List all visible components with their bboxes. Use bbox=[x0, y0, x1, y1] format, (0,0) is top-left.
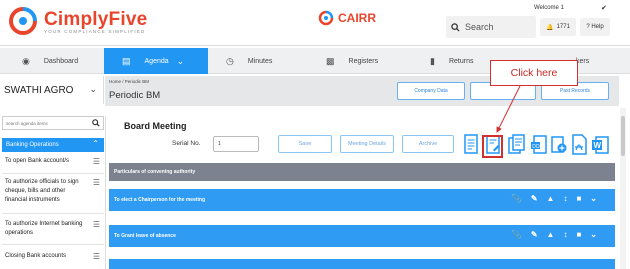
attachment-icon[interactable]: 📎 bbox=[512, 230, 522, 240]
chevron-down-icon: ⌄ bbox=[176, 55, 185, 66]
product-name: CAIRR bbox=[338, 11, 376, 25]
nav-minutes[interactable]: ◷ Minutes bbox=[208, 48, 312, 74]
user-menu-icon[interactable]: ✔ bbox=[601, 4, 607, 12]
agenda-row[interactable] bbox=[109, 259, 615, 269]
divider bbox=[2, 244, 104, 245]
sidebar-item[interactable]: To authorize Internet banking operations… bbox=[2, 220, 104, 238]
scrollbar-thumb[interactable] bbox=[621, 116, 625, 156]
company-name: SWATHI AGRO bbox=[4, 84, 74, 96]
edit-icon[interactable]: ✎ bbox=[531, 230, 538, 240]
sidebar-item[interactable]: Closing Bank accounts ☰ bbox=[2, 252, 104, 261]
agenda-row-title: To Grant leave of absence bbox=[114, 233, 176, 239]
divider bbox=[2, 173, 104, 174]
section-header: Particulars of convening authority bbox=[109, 163, 615, 181]
company-data-button[interactable]: Company Data bbox=[397, 82, 465, 100]
svg-text:DOC: DOC bbox=[532, 144, 544, 150]
pdf-icon[interactable] bbox=[570, 134, 588, 156]
highlight-box bbox=[482, 135, 503, 158]
word-document-icon[interactable]: W bbox=[591, 134, 609, 156]
meeting-title: Board Meeting bbox=[124, 121, 187, 131]
word-export-icon[interactable]: DOC bbox=[530, 134, 548, 156]
sidebar-item-label: Closing Bank accounts bbox=[5, 253, 67, 259]
sidebar-group-banking[interactable]: Banking Operations ⌃ bbox=[2, 138, 104, 152]
clock-icon: ◷ bbox=[226, 55, 234, 66]
chevron-down-icon[interactable]: ⌄ bbox=[590, 230, 597, 240]
agenda-icon: ▤ bbox=[122, 55, 131, 66]
sidebar-item[interactable]: To open Bank account/s ☰ bbox=[2, 157, 104, 166]
sidebar-item-label: To authorize officials to sign cheque, b… bbox=[5, 179, 79, 203]
dashboard-icon: ◉ bbox=[22, 55, 30, 66]
brand-name: CimplyFive bbox=[44, 8, 148, 30]
serial-number-input[interactable]: 1 bbox=[213, 136, 259, 152]
nav-label: Agenda bbox=[144, 57, 169, 65]
archive-button[interactable]: Archive bbox=[402, 135, 454, 153]
nav-dashboard[interactable]: ◉ Dashboard bbox=[0, 48, 104, 74]
sidebar-group-label: Banking Operations bbox=[6, 142, 59, 148]
hamburger-icon[interactable]: ☰ bbox=[93, 178, 100, 187]
nav-label: Returns bbox=[448, 57, 474, 65]
row-actions: 📎 ✎ ▲ ↕ ■ ⌄ bbox=[512, 194, 597, 204]
attachment-icon[interactable]: 📎 bbox=[512, 194, 522, 204]
global-search-input[interactable]: Search bbox=[446, 16, 536, 38]
app-header: CimplyFive YOUR COMPLIANCE SIMPLIFIED CA… bbox=[0, 0, 630, 46]
sidebar-item[interactable]: To authorize officials to sign cheque, b… bbox=[2, 178, 104, 205]
divider bbox=[2, 213, 104, 214]
chevron-down-icon[interactable]: ⌄ bbox=[590, 194, 597, 204]
folder-icon: ▩ bbox=[326, 55, 335, 66]
hamburger-icon[interactable]: ☰ bbox=[93, 157, 100, 166]
cairr-logo-icon bbox=[318, 10, 334, 26]
row-actions: 📎 ✎ ▲ ↕ ■ ⌄ bbox=[512, 230, 597, 240]
bell-icon: 🔔 bbox=[546, 24, 554, 31]
save-button[interactable]: Save bbox=[278, 135, 332, 153]
welcome-text: Welcome 1 bbox=[534, 5, 564, 11]
copy-documents-icon[interactable] bbox=[508, 134, 526, 156]
agenda-search-placeholder: search agenda items bbox=[6, 120, 48, 126]
nav-label: Minutes bbox=[247, 57, 273, 65]
serial-label: Serial No. bbox=[172, 140, 201, 147]
brand-logo[interactable]: CimplyFive YOUR COMPLIANCE SIMPLIFIED bbox=[8, 6, 147, 36]
search-placeholder: Search bbox=[465, 22, 494, 32]
page-title: Periodic BM bbox=[109, 90, 161, 101]
add-document-icon[interactable] bbox=[550, 134, 568, 156]
sidebar-item-label: To authorize Internet banking operations bbox=[5, 221, 83, 236]
user-icon[interactable]: ▲ bbox=[547, 230, 555, 240]
reorder-icon[interactable]: ↕ bbox=[563, 230, 567, 240]
chevron-up-icon: ⌃ bbox=[92, 139, 99, 148]
nav-registers[interactable]: ▩ Registers bbox=[312, 48, 416, 74]
agenda-search-input[interactable]: search agenda items bbox=[2, 116, 104, 130]
chevron-down-icon: ⌄ bbox=[89, 84, 97, 94]
delete-icon[interactable]: ■ bbox=[576, 230, 581, 240]
brand-tagline: YOUR COMPLIANCE SIMPLIFIED bbox=[44, 28, 146, 34]
svg-text:W: W bbox=[594, 141, 602, 150]
click-here-callout: Click here bbox=[490, 60, 578, 86]
search-icon bbox=[451, 22, 460, 32]
breadcrumb[interactable]: Home / Periodic BM bbox=[109, 79, 149, 84]
agenda-row[interactable]: To elect a Chairperson for the meeting 📎… bbox=[109, 189, 615, 211]
file-icon: ▮ bbox=[430, 55, 435, 66]
nav-agenda[interactable]: ▤ Agenda ⌄ bbox=[104, 48, 208, 74]
nav-label: Registers bbox=[348, 57, 379, 65]
search-icon bbox=[92, 119, 100, 127]
nav-label: Dashboard bbox=[43, 57, 79, 65]
notification-count: 1771 bbox=[556, 24, 570, 30]
agenda-sidebar: search agenda items Banking Operations ⌃… bbox=[0, 116, 106, 269]
notifications-button[interactable]: 🔔 1771 bbox=[540, 18, 576, 36]
sidebar-item-label: To open Bank account/s bbox=[5, 158, 70, 164]
help-button[interactable]: ? Help bbox=[580, 18, 610, 36]
edit-icon[interactable]: ✎ bbox=[531, 194, 538, 204]
cairr-logo[interactable]: CAIRR bbox=[318, 10, 376, 26]
hamburger-icon[interactable]: ☰ bbox=[93, 220, 100, 229]
meeting-details-button[interactable]: Meeting Details bbox=[340, 135, 394, 153]
document-list-icon[interactable] bbox=[463, 134, 479, 156]
agenda-row[interactable]: To Grant leave of absence 📎 ✎ ▲ ↕ ■ ⌄ bbox=[109, 225, 615, 247]
cimplyfive-logo-icon bbox=[9, 7, 37, 35]
company-select[interactable]: SWATHI AGRO ⌄ bbox=[0, 76, 104, 104]
user-icon[interactable]: ▲ bbox=[547, 194, 555, 204]
reorder-icon[interactable]: ↕ bbox=[563, 194, 567, 204]
agenda-row-title: To elect a Chairperson for the meeting bbox=[114, 197, 206, 203]
delete-icon[interactable]: ■ bbox=[576, 194, 581, 204]
hamburger-icon[interactable]: ☰ bbox=[93, 252, 100, 261]
nav-trackers[interactable]: kers bbox=[576, 48, 630, 74]
